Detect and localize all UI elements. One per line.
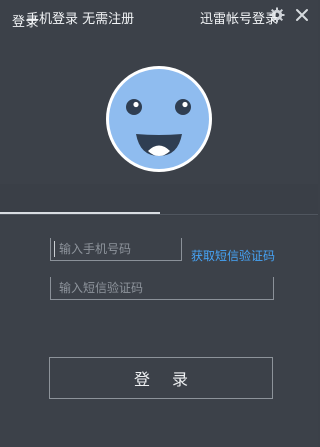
get-sms-code-link[interactable]: 获取短信验证码 bbox=[191, 247, 275, 264]
tab-divider bbox=[0, 214, 318, 215]
close-icon[interactable] bbox=[295, 8, 309, 22]
phone-field bbox=[50, 238, 182, 261]
text-cursor bbox=[54, 241, 55, 257]
tab-xunlei-account-login[interactable]: 迅雷帐号登录 bbox=[200, 8, 278, 27]
tab-phone-login[interactable]: 手机登录 无需注册 bbox=[26, 8, 134, 27]
login-window: 登录 手机登录 无需注册 迅雷帐号登录 输入手机号码 获取短信验证码 输入短信验… bbox=[0, 0, 318, 447]
phone-input[interactable] bbox=[57, 238, 181, 260]
avatar bbox=[106, 66, 212, 172]
login-button[interactable]: 登录 bbox=[49, 357, 273, 399]
sms-code-input[interactable] bbox=[57, 277, 273, 299]
sms-code-field bbox=[50, 277, 274, 300]
